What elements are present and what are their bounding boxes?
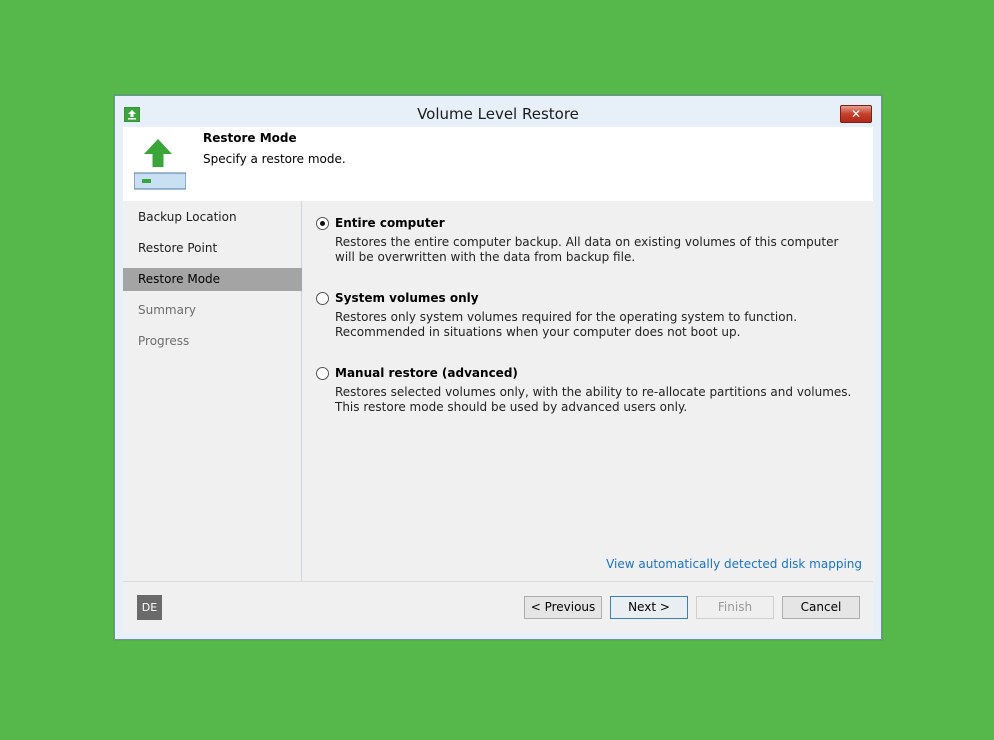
window-title: Volume Level Restore [417,105,579,123]
restore-mode-panel: Entire computer Restores the entire comp… [303,201,875,581]
next-button[interactable]: Next > [610,596,688,619]
previous-button[interactable]: < Previous [524,596,602,619]
nav-item-progress: Progress [138,334,190,348]
radio-entire-computer[interactable] [316,217,329,230]
option-label[interactable]: Entire computer [335,216,445,230]
wizard-header: Restore Mode Specify a restore mode. [123,127,873,201]
page-title: Restore Mode [203,131,297,145]
nav-item-restore-point[interactable]: Restore Point [123,237,302,260]
wizard-footer: DE < Previous Next > Finish Cancel [123,581,873,633]
option-label[interactable]: Manual restore (advanced) [335,366,518,380]
option-description: Restores the entire computer backup. All… [335,235,839,264]
close-icon: ✕ [850,107,862,121]
title-bar[interactable]: Volume Level Restore ✕ [115,96,881,127]
option-description: Restores selected volumes only, with the… [335,385,852,414]
page-subtitle: Specify a restore mode. [203,152,346,166]
finish-button: Finish [696,596,774,619]
nav-item-restore-mode[interactable]: Restore Mode [123,268,302,291]
close-button[interactable]: ✕ [840,105,872,123]
wizard-steps-nav: Backup Location Restore Point Restore Mo… [123,201,302,581]
option-description: Restores only system volumes required fo… [335,310,798,339]
view-disk-mapping-link[interactable]: View automatically detected disk mapping [606,557,862,571]
radio-system-volumes-only[interactable] [316,292,329,305]
restore-arrow-icon [133,137,187,191]
cancel-button[interactable]: Cancel [782,596,860,619]
radio-manual-restore[interactable] [316,367,329,380]
nav-item-summary: Summary [138,303,196,317]
language-badge[interactable]: DE [137,595,162,620]
nav-item-backup-location[interactable]: Backup Location [123,206,302,229]
option-label[interactable]: System volumes only [335,291,479,305]
wizard-window: Volume Level Restore ✕ Restore Mode Spec… [114,95,882,640]
